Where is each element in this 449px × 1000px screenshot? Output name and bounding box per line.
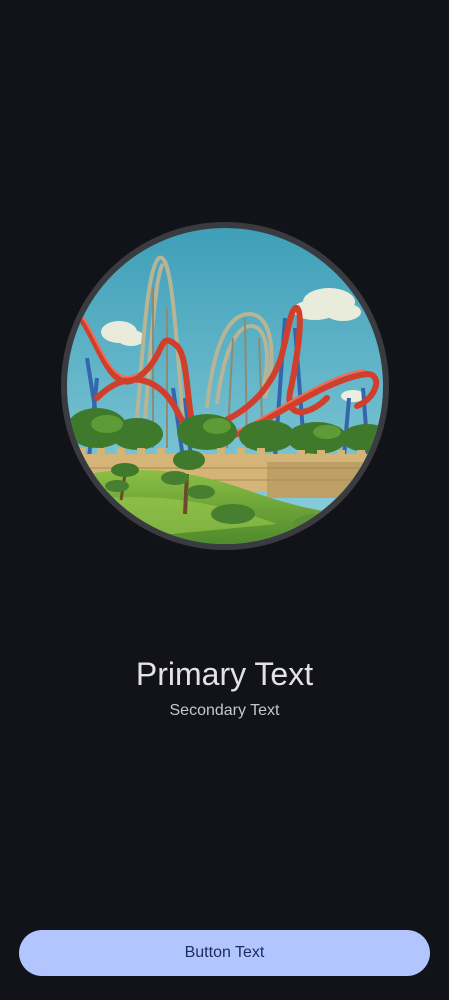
hero-image-frame xyxy=(61,222,389,550)
hero-image xyxy=(67,228,383,544)
secondary-text: Secondary Text xyxy=(169,702,280,719)
roller-coaster-illustration xyxy=(67,228,383,544)
primary-action-button[interactable]: Button Text xyxy=(19,930,430,976)
primary-text: Primary Text xyxy=(135,656,314,692)
screen: Primary Text Secondary Text Button Text xyxy=(0,0,449,1000)
